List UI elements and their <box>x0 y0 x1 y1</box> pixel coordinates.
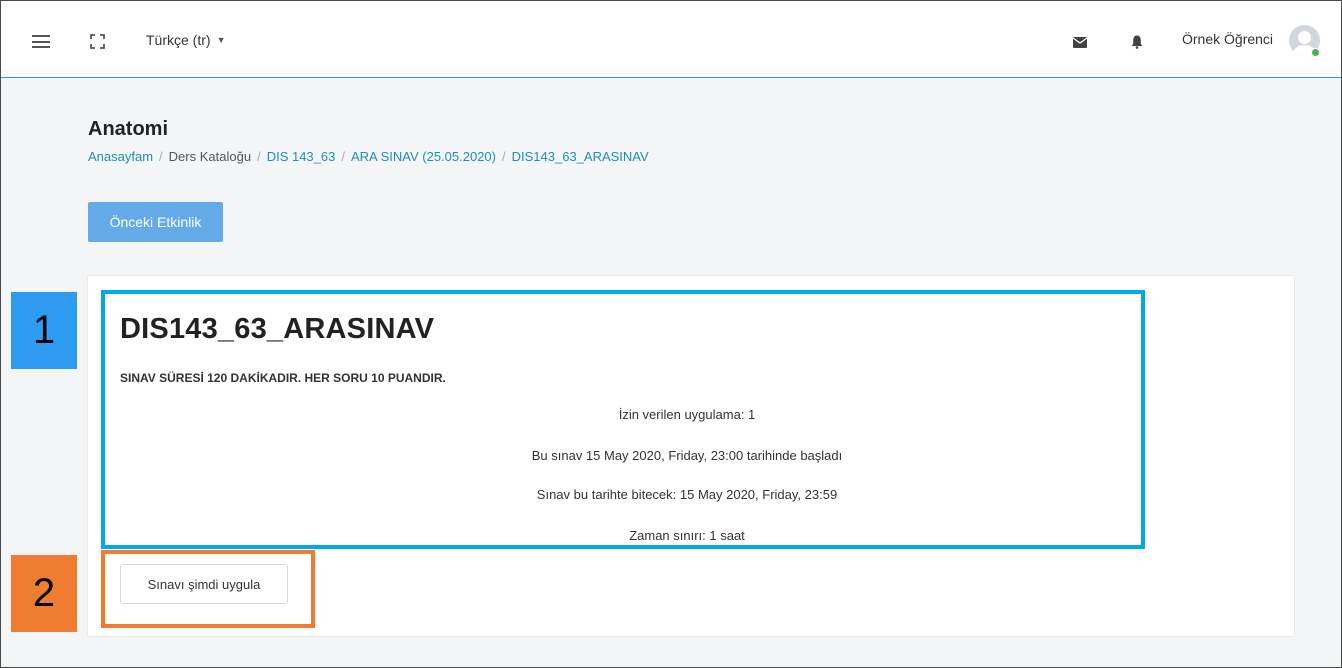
breadcrumb-separator: / <box>257 149 261 164</box>
breadcrumb: Anasayfam / Ders Kataloğu / DIS 143_63 /… <box>88 149 649 164</box>
previous-activity-button[interactable]: Önceki Etkinlik <box>88 202 223 242</box>
breadcrumb-item-section[interactable]: ARA SINAV (25.05.2020) <box>351 149 496 164</box>
annotation-label-1: 1 <box>11 292 77 369</box>
annotation-highlight-1 <box>101 290 1145 549</box>
bell-icon[interactable] <box>1131 35 1143 49</box>
caret-down-icon: ▼ <box>216 35 226 45</box>
breadcrumb-separator: / <box>159 149 163 164</box>
mail-icon[interactable] <box>1073 37 1087 48</box>
menu-icon[interactable] <box>32 35 50 48</box>
breadcrumb-item-course[interactable]: DIS 143_63 <box>267 149 336 164</box>
annotation-highlight-2 <box>101 550 315 628</box>
breadcrumb-separator: / <box>341 149 345 164</box>
breadcrumb-item-catalog: Ders Kataloğu <box>168 149 252 164</box>
breadcrumb-separator: / <box>502 149 506 164</box>
user-menu[interactable]: Örnek Öğrenci <box>1182 31 1273 47</box>
breadcrumb-item-quiz[interactable]: DIS143_63_ARASINAV <box>512 149 649 164</box>
language-label: Türkçe (tr) <box>146 32 211 48</box>
annotation-label-2: 2 <box>11 555 77 632</box>
page-title: Anatomi <box>88 118 168 140</box>
user-name: Örnek Öğrenci <box>1182 31 1274 47</box>
language-menu[interactable]: Türkçe (tr) ▼ <box>146 32 225 48</box>
online-status-dot <box>1311 48 1320 57</box>
breadcrumb-item-home[interactable]: Anasayfam <box>88 149 153 164</box>
fullscreen-icon[interactable] <box>90 34 105 49</box>
